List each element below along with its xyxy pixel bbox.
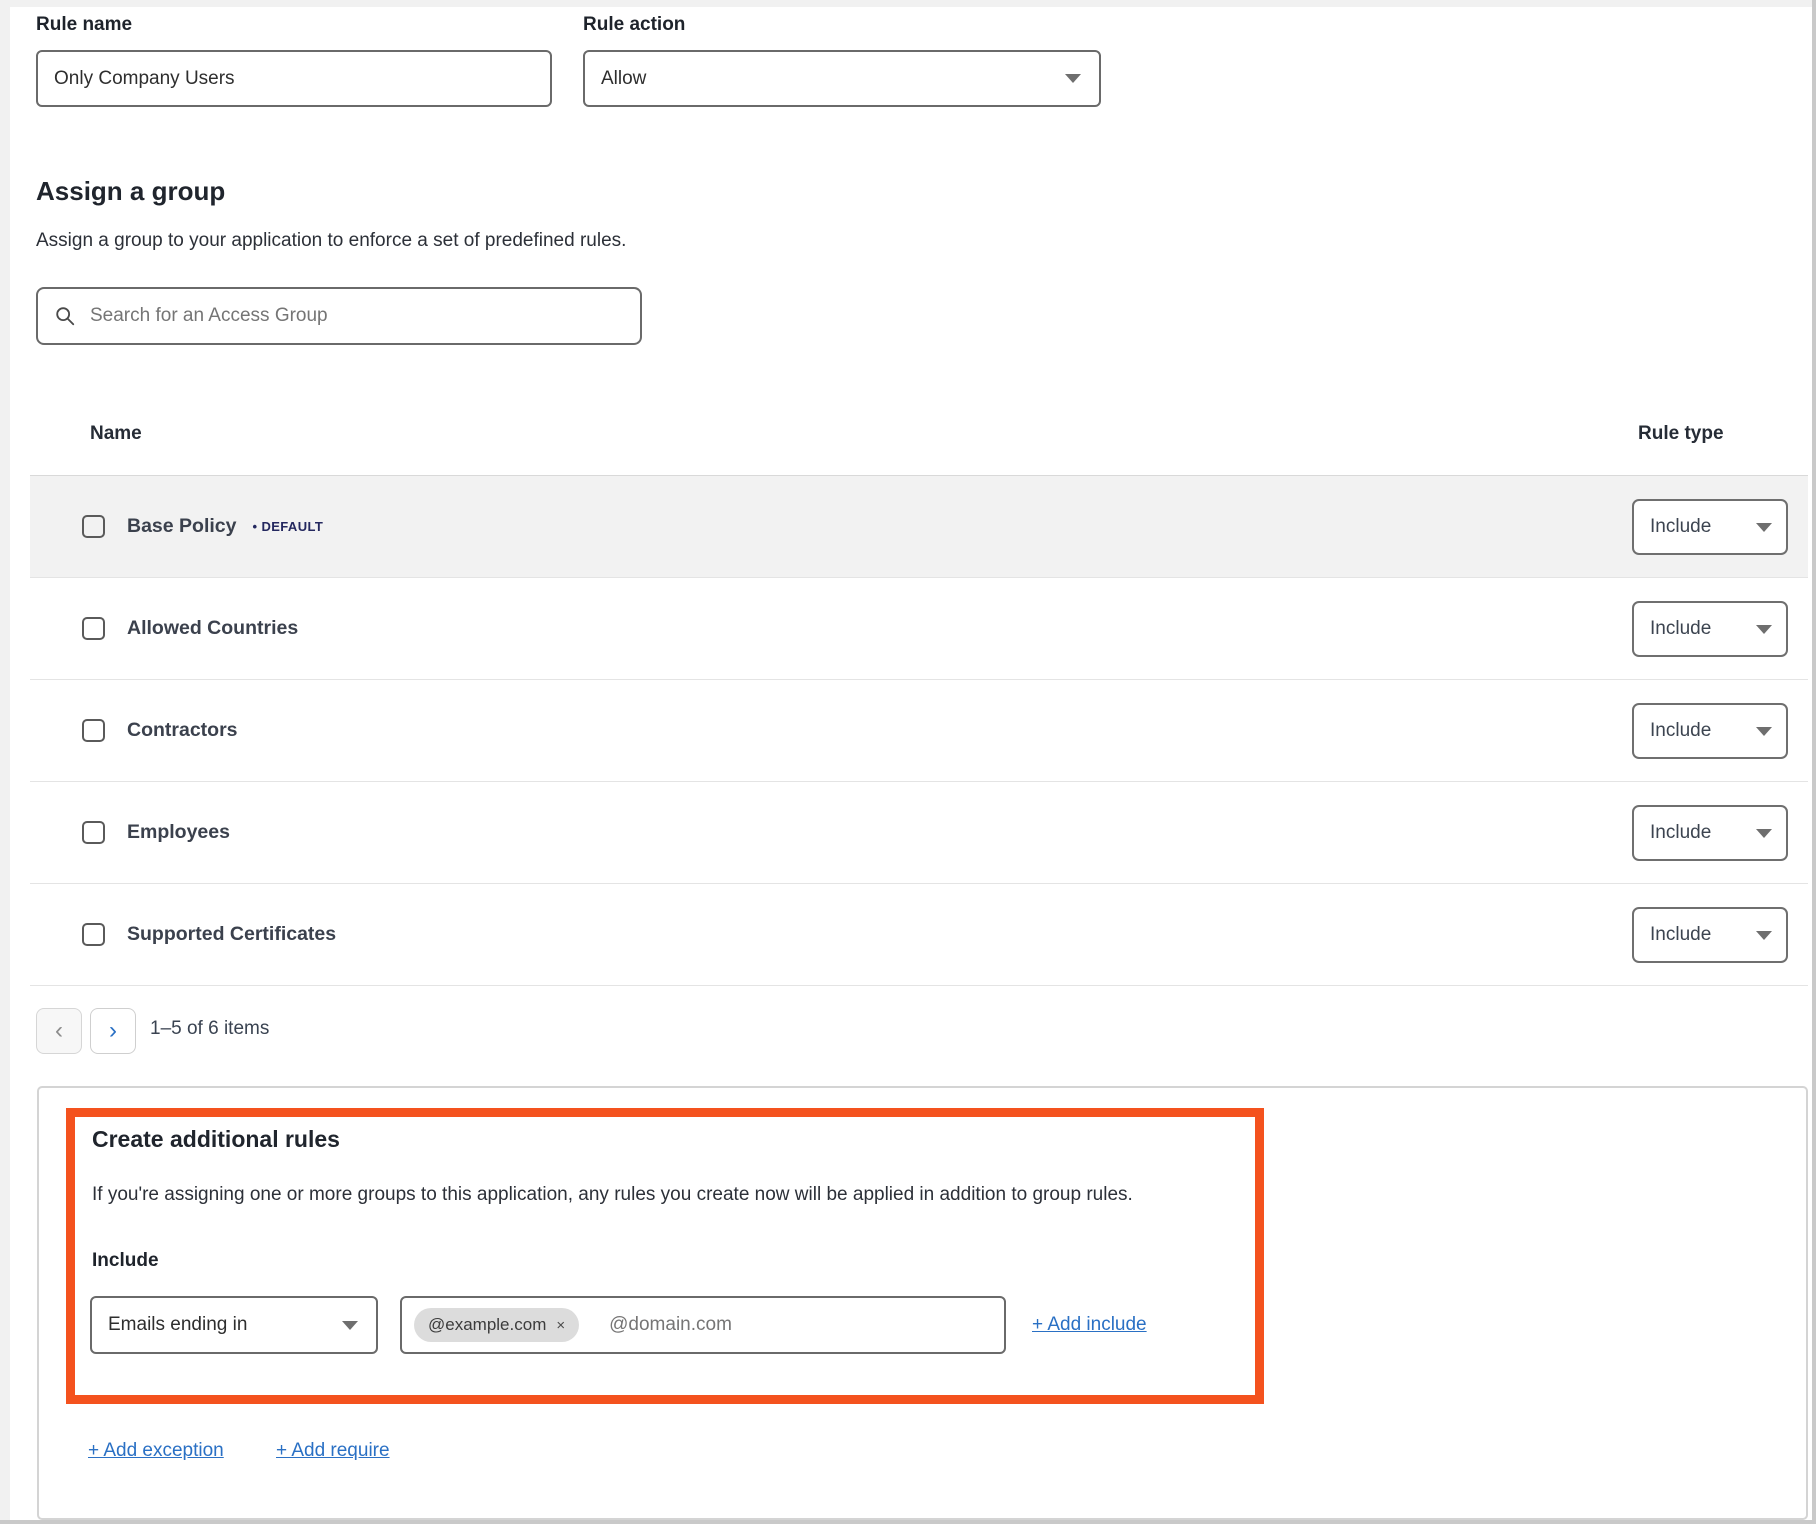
rule-name-input[interactable] (36, 50, 552, 107)
access-group-table: Name Rule type Base Policy • DEFAULT Inc… (30, 392, 1808, 986)
column-header-name: Name (90, 423, 142, 445)
table-row: Contractors Include (30, 680, 1808, 782)
rule-name-field-wrap (36, 50, 552, 107)
table-row: Base Policy • DEFAULT Include (30, 476, 1808, 578)
pagination-prev-button[interactable]: ‹ (36, 1008, 82, 1054)
group-name: Employees (127, 821, 230, 844)
group-name: Supported Certificates (127, 923, 336, 946)
window-edge-left (0, 0, 10, 1524)
rule-type-select[interactable]: Include (1632, 601, 1788, 657)
row-checkbox[interactable] (82, 515, 105, 538)
email-domain-tag: @example.com × (414, 1308, 579, 1342)
window-edge-right (1812, 0, 1816, 1524)
group-name: Contractors (127, 719, 238, 742)
include-condition-select[interactable]: Emails ending in (90, 1296, 378, 1354)
email-domain-placeholder: @domain.com (609, 1314, 732, 1336)
create-additional-rules-description: If you're assigning one or more groups t… (92, 1184, 1133, 1206)
chevron-left-icon: ‹ (55, 1017, 63, 1045)
pagination-next-button[interactable]: › (90, 1008, 136, 1054)
row-checkbox[interactable] (82, 617, 105, 640)
row-checkbox[interactable] (82, 923, 105, 946)
rule-action-select[interactable]: Allow (583, 50, 1101, 107)
add-exception-link[interactable]: + Add exception (88, 1440, 224, 1462)
table-row: Supported Certificates Include (30, 884, 1808, 986)
rule-type-value: Include (1650, 516, 1711, 538)
rule-action-value: Allow (601, 68, 646, 90)
access-group-search (36, 287, 642, 345)
rule-type-select[interactable]: Include (1632, 805, 1788, 861)
column-header-rule-type: Rule type (1638, 423, 1724, 445)
chevron-down-icon (1756, 931, 1772, 940)
rule-type-value: Include (1650, 822, 1711, 844)
row-checkbox[interactable] (82, 719, 105, 742)
group-name: Base Policy (127, 515, 236, 538)
chevron-down-icon (1756, 829, 1772, 838)
chevron-down-icon (1756, 625, 1772, 634)
rule-type-select[interactable]: Include (1632, 703, 1788, 759)
email-domains-input[interactable]: @example.com × @domain.com (400, 1296, 1006, 1354)
search-input[interactable] (90, 305, 624, 327)
chevron-down-icon (342, 1321, 358, 1330)
remove-tag-icon[interactable]: × (556, 1318, 565, 1333)
chevron-down-icon (1756, 727, 1772, 736)
window-edge-bottom (0, 1520, 1816, 1524)
rule-type-value: Include (1650, 618, 1711, 640)
assign-group-heading: Assign a group (36, 176, 225, 207)
table-row: Allowed Countries Include (30, 578, 1808, 680)
create-additional-rules-heading: Create additional rules (92, 1126, 340, 1153)
include-label: Include (92, 1250, 159, 1272)
default-badge: • DEFAULT (252, 519, 323, 534)
row-checkbox[interactable] (82, 821, 105, 844)
rule-name-label: Rule name (36, 14, 132, 36)
rule-type-select[interactable]: Include (1632, 907, 1788, 963)
rule-type-select[interactable]: Include (1632, 499, 1788, 555)
rule-type-value: Include (1650, 720, 1711, 742)
chevron-down-icon (1065, 74, 1081, 83)
rule-action-label: Rule action (583, 14, 685, 36)
pagination-range-text: 1–5 of 6 items (150, 1018, 269, 1040)
add-require-link[interactable]: + Add require (276, 1440, 390, 1462)
rule-type-value: Include (1650, 924, 1711, 946)
window-edge-top (0, 0, 1816, 7)
assign-group-description: Assign a group to your application to en… (36, 230, 626, 252)
include-condition-value: Emails ending in (108, 1314, 247, 1336)
group-name: Allowed Countries (127, 617, 298, 640)
chevron-right-icon: › (109, 1017, 117, 1045)
table-header-row: Name Rule type (30, 392, 1808, 476)
tag-label: @example.com (428, 1315, 546, 1335)
chevron-down-icon (1756, 523, 1772, 532)
add-include-link[interactable]: + Add include (1032, 1314, 1147, 1336)
table-row: Employees Include (30, 782, 1808, 884)
search-icon (54, 305, 76, 327)
